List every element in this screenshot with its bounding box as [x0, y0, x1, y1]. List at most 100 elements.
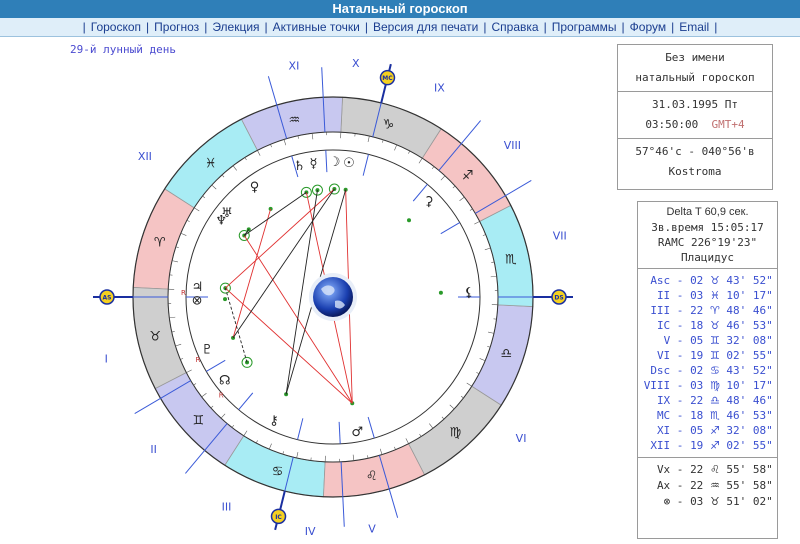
special-points-list: Vx - 22 ♌ 55' 58" Ax - 22 ♒ 55' 58" ⊗ - 03… — [638, 458, 777, 514]
cusp-minutes: 48' 46" — [719, 304, 773, 317]
zodiac-sign-icon: ♌ — [709, 463, 720, 476]
degree-tick — [479, 358, 486, 362]
zodiac-sign-icon: ♎ — [709, 394, 720, 407]
zodiac-sign-icon: ♉ — [709, 495, 720, 508]
degree-tick — [482, 234, 486, 236]
nav-separator: | — [364, 20, 368, 34]
nav-separator: | — [621, 20, 625, 34]
sidereal-time: Зв.время 15:05:17 — [651, 221, 764, 234]
point-minutes: 55' 58" — [719, 479, 773, 492]
dash: - — [670, 379, 691, 392]
cusp-degree: 22 — [690, 394, 710, 407]
zodiac-sign-icon: ♌ — [366, 469, 378, 484]
zodiac-sign-icon: ♒ — [709, 479, 720, 492]
degree-tick — [367, 135, 370, 142]
info-panel: Без имени натальный гороскоп 31.03.1995 … — [617, 44, 773, 190]
nav-link-4[interactable]: Версия для печати — [373, 20, 478, 34]
cusp-row: V - 05 ♊ 32' 08" — [638, 333, 777, 348]
nav-separator: | — [204, 20, 208, 34]
cusp-degree: 02 — [690, 274, 710, 287]
degree-tick — [194, 207, 200, 212]
sun-icon: ☉ — [343, 156, 355, 171]
house-label: VII — [553, 229, 567, 242]
house-label: XI — [289, 59, 300, 72]
degree-tick — [459, 196, 465, 201]
birth-date: 31.03.1995 Пт — [651, 98, 739, 111]
part-of-fortune-point — [223, 297, 228, 302]
aspect-line — [243, 191, 307, 236]
lilith-point — [438, 290, 443, 295]
degree-tick — [394, 446, 396, 450]
house-label: X — [352, 57, 360, 70]
degree-tick — [311, 133, 314, 140]
degree-tick — [243, 430, 248, 436]
cusp-row: VI - 19 ♊ 02' 55" — [638, 348, 777, 363]
nav-link-2[interactable]: Элекция — [212, 20, 259, 34]
house-label: XII — [138, 150, 152, 163]
cusp-minutes: 46' 53" — [719, 409, 773, 422]
zodiac-sign-icon: ♓ — [709, 289, 720, 302]
degree-tick — [466, 382, 472, 387]
house-label: II — [150, 443, 157, 456]
retrograde-mark: R — [196, 356, 201, 364]
house-label: V — [368, 523, 376, 536]
aspect-line — [225, 188, 335, 289]
cusp-minutes: 48' 46" — [719, 394, 773, 407]
nav-link-1[interactable]: Прогноз — [154, 20, 199, 34]
dash: - — [670, 349, 691, 362]
degree-tick — [175, 246, 179, 248]
degree-tick — [460, 395, 464, 399]
zodiac-sign-icon: ♏ — [505, 252, 517, 267]
degree-tick — [405, 438, 409, 444]
saturn-icon: ♄ — [294, 159, 306, 174]
degree-tick — [297, 135, 299, 139]
cusp-row: Asc - 02 ♉ 43' 52" — [638, 273, 777, 288]
nav-separator: | — [483, 20, 487, 34]
nav-link-0[interactable]: Гороскоп — [91, 20, 141, 34]
point-label: ⊗ — [663, 495, 671, 508]
point-row: Ax - 22 ♒ 55' 58" — [638, 478, 777, 494]
nav-link-6[interactable]: Программы — [552, 20, 617, 34]
degree-tick — [429, 423, 434, 429]
zodiac-sign-icon: ♐ — [709, 424, 720, 437]
zodiac-sign-icon: ♈ — [154, 236, 166, 251]
cusp-row: Dsc - 02 ♋ 43' 52" — [638, 363, 777, 378]
dash: - — [670, 274, 691, 287]
house-label: III — [222, 501, 232, 514]
zodiac-sign-icon: ♋ — [709, 364, 720, 377]
house-label: I — [105, 353, 108, 366]
degree-tick — [484, 247, 491, 251]
point-degree: 03 — [690, 495, 710, 508]
cusp-degree: 22 — [690, 304, 710, 317]
point-degree: 22 — [690, 479, 710, 492]
cusp-minutes: 32' 08" — [719, 424, 773, 437]
degree-tick — [282, 451, 284, 455]
zodiac-sign-icon: ♐ — [709, 439, 720, 452]
zodiac-sign-icon: ♏ — [709, 409, 720, 422]
house-cusp-inner-line — [238, 392, 254, 411]
natal-chart-wheel: ♈♉♊♋ ♌♍♎♏♐♑♒♓IIIIIIIV VVIVIIVIIIIXXXIXIIAS… — [93, 57, 573, 538]
dash: - — [670, 394, 691, 407]
degree-tick — [440, 175, 446, 181]
degree-tick — [211, 184, 217, 190]
dash: - — [670, 334, 691, 347]
delta-t: Delta T 60,9 сек. — [666, 206, 749, 218]
nav-link-7[interactable]: Форум — [630, 20, 666, 34]
node-icon: ☊ — [219, 373, 231, 388]
zodiac-sign-icon: ♒ — [288, 113, 300, 128]
degree-tick — [452, 185, 456, 189]
nav-link-3[interactable]: Активные точки — [273, 20, 360, 34]
midheaven-axis-label: MC — [382, 75, 393, 82]
nav-separator: | — [146, 20, 150, 34]
house-system: Плацидус — [681, 251, 734, 264]
cusp-label: IC — [656, 319, 671, 332]
nav-link-5[interactable]: Справка — [491, 20, 538, 34]
point-label: Ax — [656, 479, 671, 492]
nav-link-8[interactable]: Email — [679, 20, 709, 34]
zodiac-sign-icon: ♋ — [272, 464, 284, 479]
part-of-fortune-icon: ⊗ — [192, 294, 203, 309]
moon-icon: ☽ — [329, 155, 341, 170]
ceres-icon: ⚳ — [424, 194, 434, 209]
pluto-icon: ♇ — [201, 343, 213, 358]
dash: - — [670, 289, 691, 302]
